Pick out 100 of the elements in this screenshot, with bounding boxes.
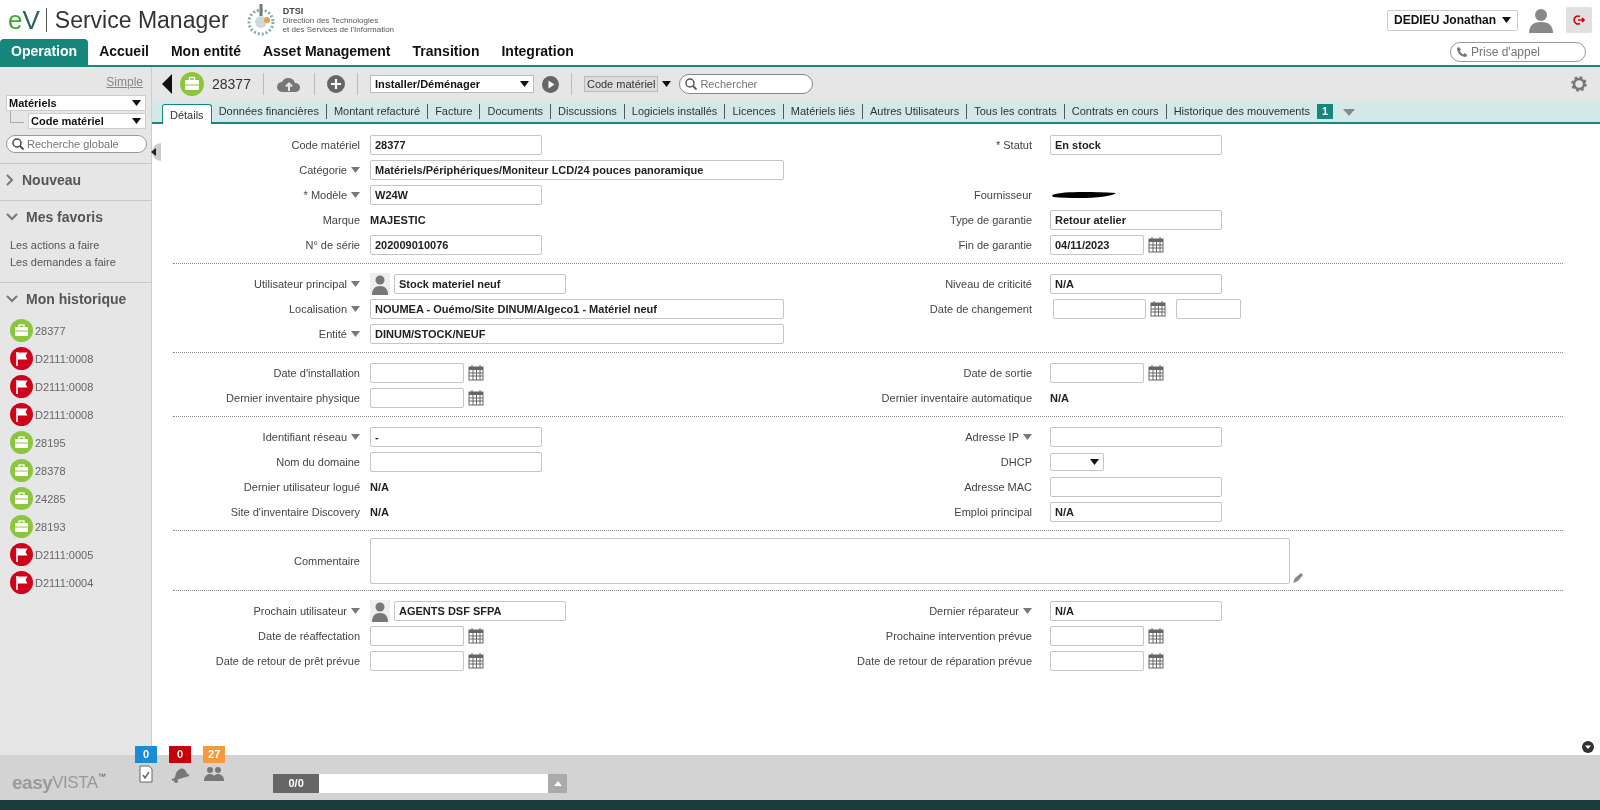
- back-icon[interactable]: [162, 74, 172, 94]
- input-field[interactable]: [1050, 650, 1144, 671]
- input-field[interactable]: N/A: [1050, 273, 1222, 294]
- input-field[interactable]: W24W: [370, 184, 542, 205]
- tab[interactable]: Facture: [427, 104, 480, 119]
- chevron-down-icon[interactable]: [6, 295, 18, 303]
- select-field[interactable]: [1050, 452, 1104, 471]
- section-title[interactable]: Nouveau: [22, 172, 82, 188]
- pencil-icon[interactable]: [1292, 572, 1304, 584]
- settings-icon[interactable]: [1570, 75, 1588, 93]
- field-select[interactable]: Code matériel: [28, 113, 146, 129]
- comment-field[interactable]: [370, 538, 1290, 584]
- calendar-icon[interactable]: [468, 364, 484, 381]
- input-field[interactable]: NOUMEA - Ouémo/Site DINUM/Algeco1 - Matériel neuf: [370, 298, 784, 319]
- tab[interactable]: Matériels liés: [782, 104, 862, 119]
- input-field[interactable]: 04/11/2023: [1050, 234, 1144, 255]
- history-link[interactable]: D2111:0008: [35, 408, 94, 421]
- tab[interactable]: Historique des mouvements: [1165, 104, 1317, 119]
- tab[interactable]: Données financières: [211, 104, 326, 119]
- action-select[interactable]: Installer/Déménager: [369, 75, 534, 93]
- chevron-down-icon[interactable]: [6, 213, 18, 221]
- input-field[interactable]: [370, 451, 542, 472]
- nav-tab[interactable]: Integration: [490, 39, 585, 65]
- calendar-icon[interactable]: [1148, 364, 1164, 381]
- calendar-icon[interactable]: [1148, 236, 1164, 253]
- user-select[interactable]: DEDIEU Jonathan: [1387, 9, 1518, 31]
- history-link[interactable]: 28377: [35, 324, 66, 337]
- nav-tab[interactable]: Mon entité: [159, 39, 252, 65]
- history-link[interactable]: 24285: [35, 492, 66, 505]
- history-link[interactable]: D2111:0008: [35, 380, 94, 393]
- history-link[interactable]: D2111:0005: [35, 548, 94, 561]
- input-field[interactable]: Stock materiel neuf: [394, 273, 566, 294]
- avatar-icon[interactable]: [1528, 7, 1554, 33]
- favorite-link[interactable]: Les actions a faire: [10, 239, 151, 251]
- call-field[interactable]: Prise d'appel: [1450, 42, 1586, 62]
- input-field[interactable]: DINUM/STOCK/NEUF: [370, 323, 784, 344]
- nav-tab[interactable]: Asset Management: [251, 39, 402, 65]
- input-field[interactable]: Matériels/Périphériques/Moniteur LCD/24 pouces panoramique: [370, 159, 784, 180]
- input-field[interactable]: Retour atelier: [1050, 209, 1222, 230]
- tab[interactable]: Licences: [724, 104, 783, 119]
- calendar-icon[interactable]: [1150, 300, 1166, 317]
- favorite-link[interactable]: Les demandes a faire: [10, 256, 151, 268]
- section-title[interactable]: Mon historique: [26, 291, 127, 307]
- caret-icon[interactable]: [519, 81, 529, 87]
- calendar-icon[interactable]: [1148, 627, 1164, 644]
- input-field[interactable]: [1050, 362, 1144, 383]
- search-field[interactable]: Rechercher: [679, 74, 814, 94]
- history-link[interactable]: 28195: [35, 436, 66, 449]
- search-field[interactable]: Recherche globale: [6, 135, 147, 153]
- tab[interactable]: Détails: [162, 104, 212, 124]
- tab[interactable]: Contrats en cours: [1063, 104, 1166, 119]
- person-icon[interactable]: [370, 599, 390, 622]
- expand-button[interactable]: [548, 774, 568, 793]
- history-link[interactable]: 28378: [35, 464, 66, 477]
- calendar-icon[interactable]: [1148, 652, 1164, 669]
- calendar-icon[interactable]: [468, 652, 484, 669]
- tab[interactable]: Logiciels installés: [623, 104, 725, 119]
- tab[interactable]: Discussions: [550, 104, 624, 119]
- input-field[interactable]: [1050, 476, 1222, 497]
- nav-tab[interactable]: Operation: [0, 39, 89, 65]
- nav-tab[interactable]: Accueil: [88, 39, 160, 65]
- calendar-icon[interactable]: [468, 389, 484, 406]
- cloud-upload-icon[interactable]: [275, 75, 302, 93]
- tab[interactable]: Montant refacturé: [325, 104, 428, 119]
- input-field[interactable]: [1050, 625, 1144, 646]
- input-field[interactable]: 28377: [370, 134, 542, 155]
- input-field[interactable]: 202009010076: [370, 234, 542, 255]
- input-field[interactable]: -: [370, 426, 542, 447]
- play-icon[interactable]: [541, 75, 559, 93]
- nav-tab[interactable]: Transition: [401, 39, 491, 65]
- domain-select[interactable]: Matériels: [6, 95, 146, 111]
- search-key-select[interactable]: Code matériel: [583, 76, 659, 92]
- input-field[interactable]: [370, 387, 464, 408]
- calendar-icon[interactable]: [468, 627, 484, 644]
- input-field[interactable]: [1050, 426, 1222, 447]
- chevron-right-icon[interactable]: [6, 174, 14, 186]
- input-field[interactable]: [370, 362, 464, 383]
- input-field[interactable]: [370, 625, 464, 646]
- scroll-down-icon[interactable]: [1582, 741, 1594, 753]
- caret-icon[interactable]: [132, 100, 141, 106]
- tab[interactable]: Tous les contrats: [966, 104, 1064, 119]
- input-field[interactable]: En stock: [1050, 134, 1222, 155]
- input-field[interactable]: N/A: [1050, 501, 1222, 522]
- checklist-icon[interactable]: [139, 765, 154, 783]
- tab[interactable]: Autres Utilisateurs: [862, 104, 967, 119]
- history-link[interactable]: D2111:0004: [35, 576, 94, 589]
- caret-icon[interactable]: [132, 118, 141, 124]
- plus-icon[interactable]: [326, 75, 345, 93]
- input-field[interactable]: N/A: [1050, 600, 1222, 621]
- history-link[interactable]: 28193: [35, 520, 66, 533]
- caret-icon[interactable]: [1502, 17, 1511, 23]
- input-field[interactable]: [1176, 298, 1241, 319]
- section-title[interactable]: Mes favoris: [26, 209, 104, 225]
- caret-icon[interactable]: [662, 81, 672, 87]
- input-field[interactable]: [370, 650, 464, 671]
- input-field[interactable]: [1053, 298, 1146, 319]
- person-icon[interactable]: [370, 272, 390, 295]
- history-link[interactable]: D2111:0008: [35, 352, 94, 365]
- people-icon[interactable]: [203, 765, 226, 783]
- tab[interactable]: Documents: [479, 104, 551, 119]
